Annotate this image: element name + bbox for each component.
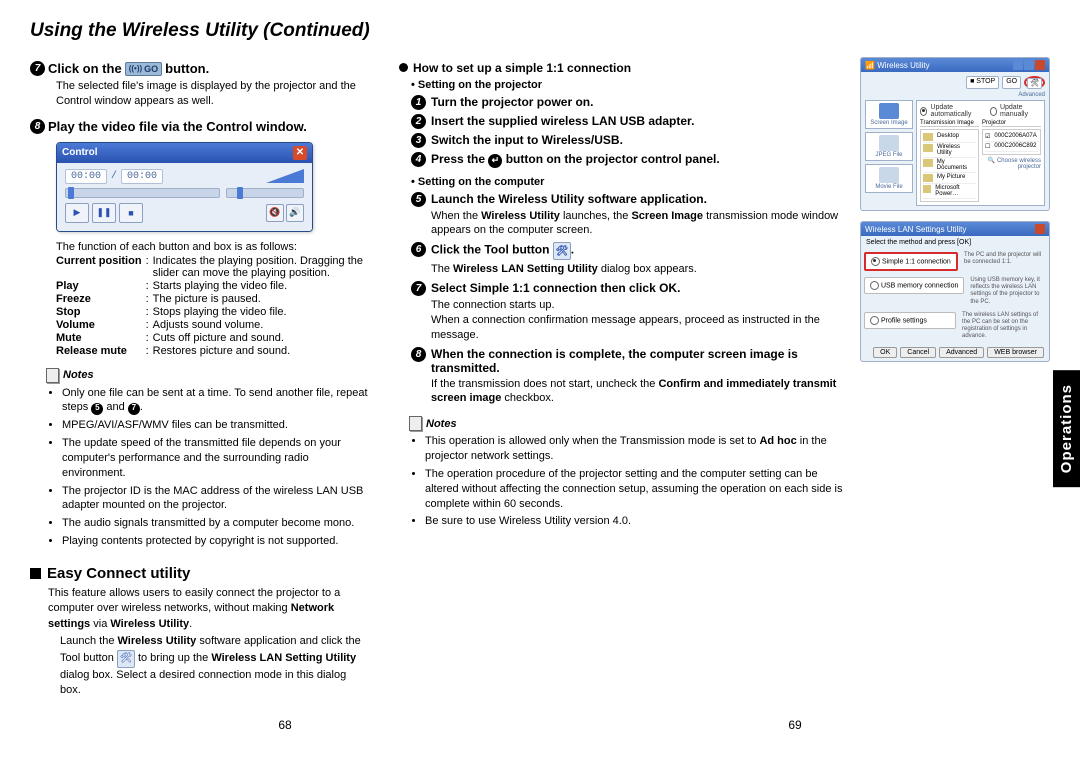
position-slider[interactable] xyxy=(65,188,220,198)
tab-screen-image[interactable]: Screen Image xyxy=(865,100,913,129)
cancel-button[interactable]: Cancel xyxy=(900,347,936,358)
control-window-title: Control xyxy=(62,147,98,158)
play-button[interactable]: ▶ xyxy=(65,203,89,223)
notes-heading-right: Notes xyxy=(409,416,845,431)
notes-list-right: This operation is allowed only when the … xyxy=(425,434,845,529)
tool-chip-highlight[interactable]: 🛠 xyxy=(1027,78,1042,89)
volume-icon xyxy=(266,169,304,183)
step-8-heading: 8 Play the video file via the Control wi… xyxy=(30,119,369,134)
easy-connect-body: This feature allows users to easily conn… xyxy=(48,586,369,698)
howto-heading: How to set up a simple 1:1 connection xyxy=(399,61,845,75)
stop-button[interactable]: ■ xyxy=(119,203,143,223)
opt-simple-11[interactable]: Simple 1:1 connection xyxy=(864,252,958,271)
step-8-number: 8 xyxy=(30,119,45,134)
sound-icon[interactable]: 🔊 xyxy=(286,204,304,222)
side-tab-operations: Operations xyxy=(1053,370,1080,487)
page-number-left: 68 xyxy=(278,718,291,732)
advanced-button[interactable]: Advanced xyxy=(939,347,984,358)
return-icon: ↵ xyxy=(488,154,502,168)
button-definitions: Current position:Indicates the playing p… xyxy=(56,255,369,358)
opt-usb-memory[interactable]: USB memory connection xyxy=(864,277,964,294)
tool-icon: 🛠 xyxy=(117,650,135,668)
pause-button[interactable]: ❚❚ xyxy=(92,203,116,223)
page-number-right: 69 xyxy=(788,718,801,732)
web-browser-button[interactable]: WEB browser xyxy=(987,347,1044,358)
opt-profile[interactable]: Profile settings xyxy=(864,312,956,329)
notes-list-left: Only one file can be sent at a time. To … xyxy=(62,386,369,549)
ok-button[interactable]: OK xyxy=(873,347,897,358)
antenna-icon: ((•)) xyxy=(129,64,142,73)
step-7-number: 7 xyxy=(30,61,45,76)
step-7-body: The selected file's image is displayed b… xyxy=(56,79,369,109)
bullet-icon xyxy=(399,63,408,72)
page-title: Using the Wireless Utility (Continued) xyxy=(30,20,1050,42)
wireless-utility-figure: 📶 Wireless Utility ■ STOP GO 🛠 Advanced xyxy=(860,57,1050,211)
tab-jpeg-file[interactable]: JPEG File xyxy=(865,132,913,161)
def-intro: The function of each button and box is a… xyxy=(56,240,369,255)
setting-computer-heading: Setting on the computer xyxy=(411,176,845,188)
easy-connect-heading: Easy Connect utility xyxy=(30,565,369,582)
go-chip[interactable]: GO xyxy=(1002,76,1021,89)
step-7-heading: 7 Click on the ((•)) GO button. xyxy=(30,61,369,76)
stop-chip[interactable]: ■ STOP xyxy=(966,76,999,89)
notes-heading-left: Notes xyxy=(46,368,369,383)
mute-icon[interactable]: 🔇 xyxy=(266,204,284,222)
lan-settings-figure: Wireless LAN Settings Utility Select the… xyxy=(860,221,1050,362)
control-window-figure: Control ✕ 00:00 / 00:00 xyxy=(56,142,313,232)
total-time: 00:00 xyxy=(121,169,163,184)
tab-movie-file[interactable]: Movie File xyxy=(865,164,913,193)
notes-icon-2 xyxy=(409,416,422,431)
current-time: 00:00 xyxy=(65,169,107,184)
square-bullet-icon xyxy=(30,568,41,579)
go-button-inline: ((•)) GO xyxy=(125,62,162,76)
notes-icon xyxy=(46,368,59,383)
close-icon[interactable]: ✕ xyxy=(293,146,307,160)
tool-icon-2: 🛠 xyxy=(553,242,571,260)
setting-projector-heading: Setting on the projector xyxy=(411,79,845,91)
volume-slider[interactable] xyxy=(226,188,304,198)
